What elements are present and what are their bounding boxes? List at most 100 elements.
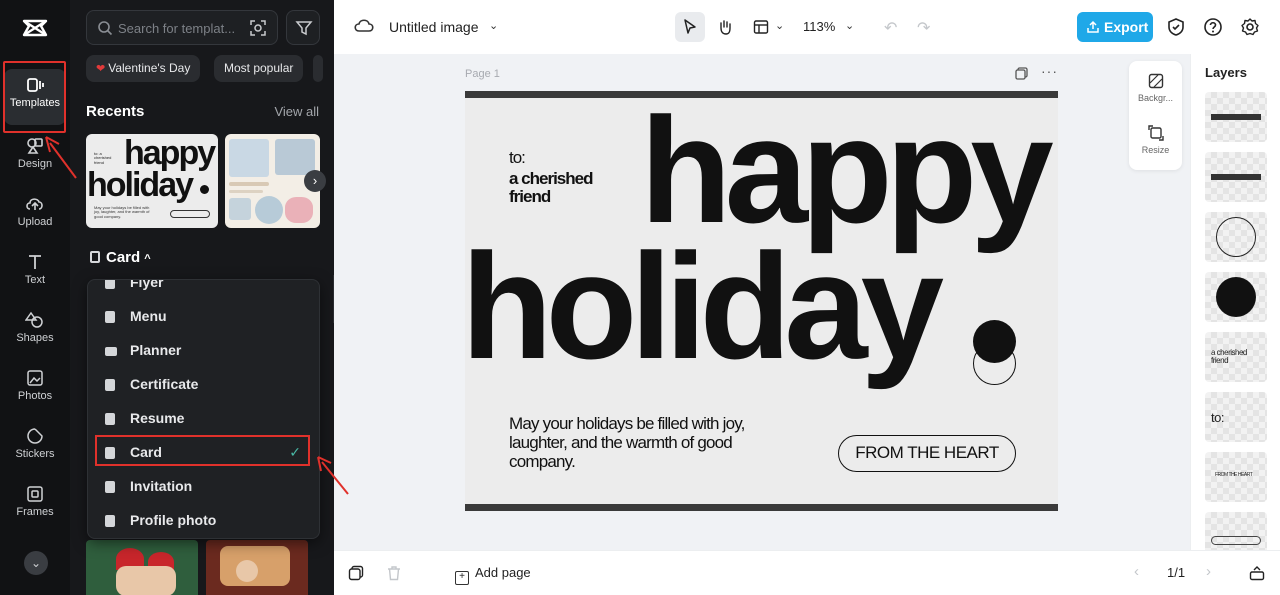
search-icon (98, 21, 113, 36)
card-message-text[interactable]: May your holidays be filled with joy, la… (509, 414, 769, 471)
card-icon (90, 251, 100, 263)
layer-item-recipient-text[interactable]: a cherished friend (1205, 332, 1267, 382)
rail-label: Frames (16, 506, 54, 518)
background-icon (1148, 73, 1163, 89)
view-all-link[interactable]: View all (274, 104, 319, 119)
resume-icon (105, 413, 115, 425)
layer-item-pill-text[interactable]: FROM THE HEART (1205, 452, 1267, 502)
dropdown-item-profile-photo[interactable]: Profile photo (88, 504, 319, 538)
layer-item-top-bar[interactable] (1205, 92, 1267, 142)
collapse-pages-icon[interactable] (1249, 565, 1265, 581)
export-button[interactable]: Export (1077, 12, 1153, 42)
hand-tool-button[interactable] (710, 12, 740, 42)
export-icon (1087, 20, 1099, 33)
menu-doc-icon (105, 311, 115, 323)
templates-panel: Search for templat... ❤ Valentine's Day M… (70, 0, 334, 595)
dropdown-item-label: Flyer (130, 279, 164, 290)
rail-item-design[interactable]: Design (4, 134, 66, 190)
card-holiday-text[interactable]: holiday (465, 231, 944, 381)
side-tool-label: Backgr... (1137, 93, 1173, 103)
rail-item-text[interactable]: Text (4, 250, 66, 306)
layer-preview-text: to: (1211, 410, 1224, 425)
layer-preview (1211, 174, 1261, 180)
chevron-down-icon[interactable]: ⌄ (489, 19, 498, 32)
layer-item-outline-circle[interactable] (1205, 212, 1267, 262)
chevron-up-icon: ^ (144, 253, 151, 265)
rail-item-shapes[interactable]: Shapes (4, 308, 66, 364)
resize-tool-button[interactable]: Resize (1129, 125, 1182, 155)
add-page-button[interactable]: + Add page (455, 565, 531, 585)
photos-icon (27, 370, 43, 386)
chip-label: Most popular (224, 61, 294, 75)
dropdown-item-menu[interactable]: Menu (88, 300, 319, 334)
gear-icon[interactable] (1240, 17, 1260, 37)
design-canvas-card[interactable]: to: a cherished friend happy holiday May… (465, 91, 1058, 511)
duplicate-icon[interactable] (348, 565, 364, 581)
duplicate-page-icon[interactable] (1015, 67, 1028, 80)
dropdown-item-resume[interactable]: Resume (88, 402, 319, 436)
chevron-down-icon[interactable]: ⌄ (845, 19, 854, 32)
more-apps-button[interactable]: ⌄ (24, 551, 48, 575)
undo-icon[interactable]: ↶ (884, 18, 897, 38)
dropdown-item-label: Menu (130, 308, 167, 324)
capcut-logo-icon[interactable] (21, 14, 49, 42)
side-tool-label: Resize (1141, 145, 1170, 155)
thumb-text-line (229, 182, 269, 186)
rail-item-frames[interactable]: Frames (4, 482, 66, 538)
dropdown-item-certificate[interactable]: Certificate (88, 368, 319, 402)
layer-item-bottom-bar[interactable] (1205, 152, 1267, 202)
image-search-icon[interactable] (249, 19, 267, 37)
card-pill-button-text[interactable]: FROM THE HEART (838, 435, 1016, 472)
rail-label: Upload (17, 216, 53, 228)
rail-item-photos[interactable]: Photos (4, 366, 66, 422)
layers-panel: Layers a cherished friend to: FROM THE H… (1190, 54, 1280, 550)
dropdown-item-invitation[interactable]: Invitation (88, 470, 319, 504)
bottom-bar-shape[interactable] (465, 504, 1058, 511)
planner-icon (105, 347, 117, 356)
redo-icon[interactable]: ↷ (917, 18, 930, 38)
shield-icon[interactable] (1166, 17, 1186, 37)
more-options-icon[interactable]: ··· (1041, 63, 1058, 79)
zoom-level[interactable]: 113% (803, 19, 835, 34)
background-tool-button[interactable]: Backgr... (1129, 73, 1182, 103)
rail-item-upload[interactable]: Upload (4, 192, 66, 248)
thumb-small-text: to: a cherished friend (94, 151, 112, 165)
chevron-down-icon[interactable]: ⌄ (775, 19, 784, 32)
chip-most-popular[interactable]: Most popular (214, 55, 304, 82)
rail-label: Shapes (16, 332, 54, 344)
thumb-photo (229, 139, 269, 177)
cloud-sync-icon[interactable] (354, 17, 374, 35)
rail-item-stickers[interactable]: Stickers (4, 424, 66, 480)
trash-icon[interactable] (386, 565, 402, 581)
card-to-text[interactable]: to: (509, 148, 526, 168)
dropdown-item-planner[interactable]: Planner (88, 334, 319, 368)
help-icon[interactable] (1203, 17, 1223, 37)
layer-preview (1211, 114, 1261, 120)
document-title[interactable]: Untitled image (389, 19, 479, 35)
template-thumb-family-christmas[interactable] (86, 540, 198, 595)
design-icon (27, 138, 43, 154)
layer-item-to-text[interactable]: to: (1205, 392, 1267, 442)
select-tool-button[interactable] (675, 12, 705, 42)
filter-button[interactable] (286, 10, 320, 45)
template-thumb-kids-christmas[interactable] (206, 540, 308, 595)
category-dropdown-toggle[interactable]: Card ^ (90, 249, 151, 266)
chevron-left-icon[interactable]: ‹ (1134, 563, 1139, 580)
filled-circle-shape[interactable] (973, 320, 1016, 363)
layout-tool-button[interactable] (746, 12, 776, 42)
layer-preview (1211, 536, 1261, 545)
invitation-icon (105, 481, 115, 493)
chevron-right-icon[interactable]: › (1206, 563, 1211, 580)
chip-partial[interactable] (313, 55, 323, 82)
card-recipient-text[interactable]: a cherished friend (509, 170, 629, 206)
carousel-next-button[interactable]: › (304, 170, 326, 192)
template-search-field[interactable]: Search for templat... (86, 10, 278, 45)
chip-valentines-day[interactable]: ❤ Valentine's Day (86, 55, 201, 82)
thumb-photo (275, 139, 315, 175)
thumb-photo (285, 197, 313, 223)
dropdown-item-flyer[interactable]: Flyer (88, 279, 319, 300)
thumb-photo (229, 198, 251, 220)
recent-template-holiday-card[interactable]: to: a cherished friend happy holiday May… (86, 134, 218, 228)
layer-item-filled-circle[interactable] (1205, 272, 1267, 322)
layer-item-pill-shape[interactable] (1205, 512, 1267, 550)
